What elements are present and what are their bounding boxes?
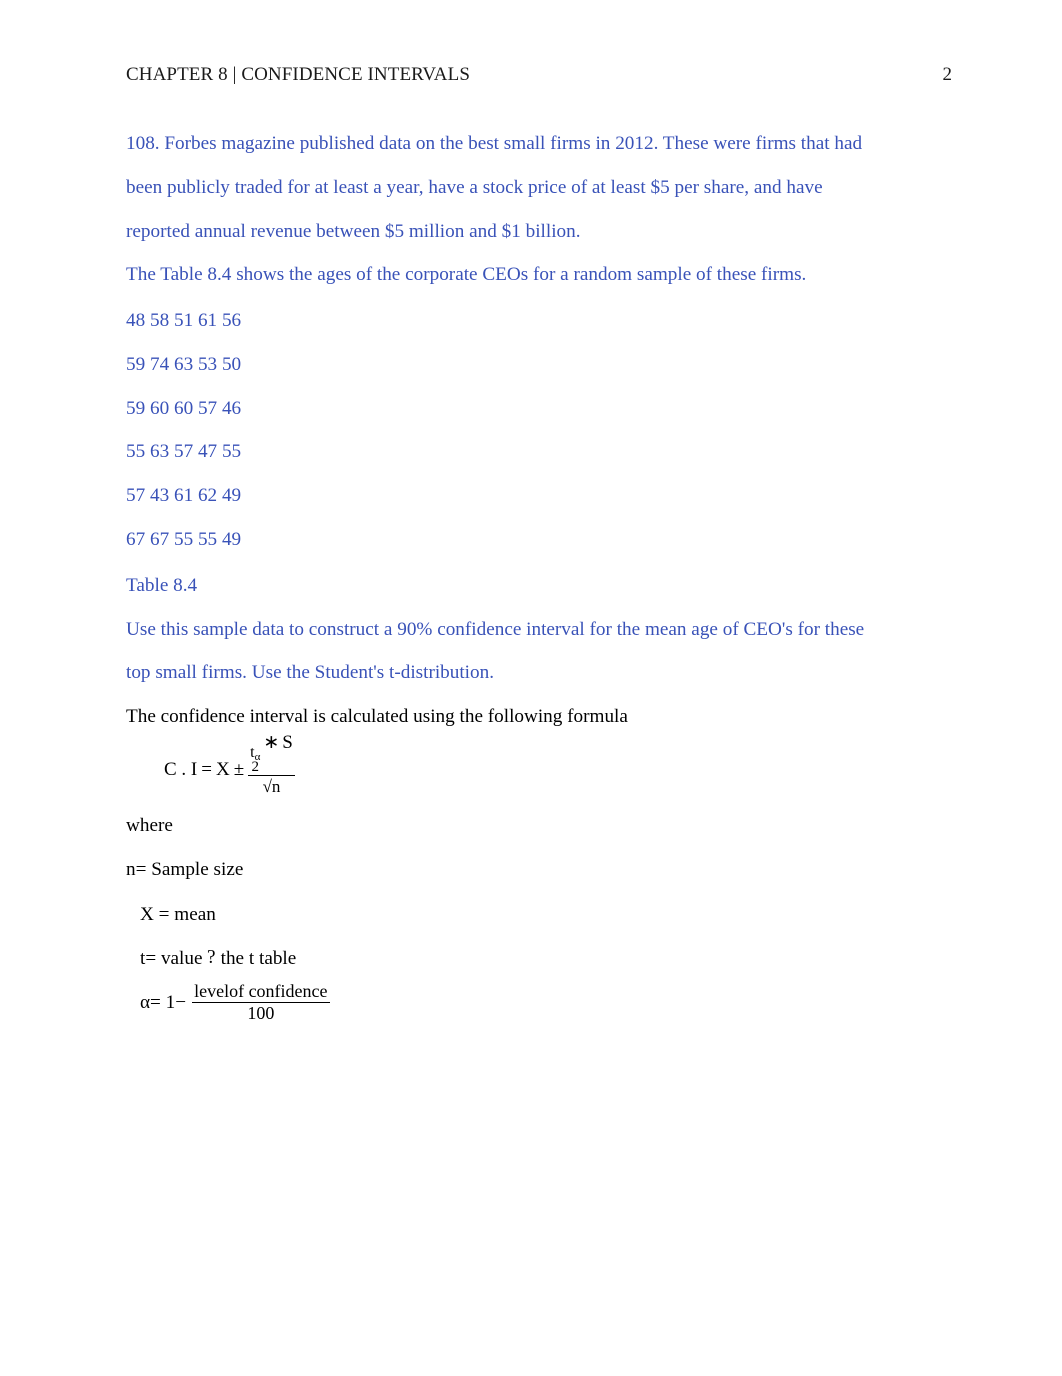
bottom-haze [0, 1256, 1062, 1376]
def-t-suffix: the t table [216, 948, 296, 969]
formula-lhs: C . I [164, 760, 197, 781]
alpha-numerator: levelof confidence [192, 982, 329, 1003]
table-row: 48 58 51 61 56 [126, 299, 952, 343]
formula-xbar: X [216, 760, 230, 781]
def-n: n= Sample size [126, 848, 952, 892]
formula-multiply: ∗ [263, 733, 279, 753]
page-header-left: CHAPTER 8 | CONFIDENCE INTERVALS [126, 64, 470, 86]
data-table: 48 58 51 61 56 59 74 63 53 50 59 60 60 5… [126, 299, 952, 562]
table-label: Table 8.4 [126, 564, 952, 608]
inverted-question-icon: ¿ [207, 937, 216, 981]
table-row: 67 67 55 55 49 [126, 518, 952, 562]
intro-line-1: 108. Forbes magazine published data on t… [126, 122, 952, 166]
intro-line-3: reported annual revenue between $5 milli… [126, 210, 952, 254]
def-alpha: α= 1− levelof confidence 100 [126, 981, 330, 1025]
formula-alpha: α [255, 751, 261, 763]
intro-line-4: The Table 8.4 shows the ages of the corp… [126, 253, 952, 297]
def-t-prefix: t= value [140, 948, 207, 969]
formula-intro: The confidence interval is calculated us… [126, 695, 952, 739]
formula-s: S [282, 733, 293, 753]
instruction-line-2: top small firms. Use the Student's t-dis… [126, 651, 952, 695]
table-row: 59 60 60 57 46 [126, 387, 952, 431]
formula-sqrt: √ [263, 777, 272, 796]
formula-pm: ± [234, 760, 244, 781]
def-t: t= value ¿ the t table [126, 937, 952, 981]
table-row: 59 74 63 53 50 [126, 343, 952, 387]
where-label: where [126, 804, 952, 848]
alpha-denominator: 100 [247, 1003, 274, 1023]
instruction-line-1: Use this sample data to construct a 90% … [126, 608, 952, 652]
table-row: 57 43 61 62 49 [126, 474, 952, 518]
def-x: X = mean [126, 893, 952, 937]
formula-equals: = [201, 760, 212, 781]
formula-fraction: tα 2 ∗ S √n [248, 745, 295, 796]
intro-line-2: been publicly traded for at least a year… [126, 166, 952, 210]
alpha-label: α= 1− [140, 981, 186, 1025]
page-number: 2 [943, 64, 953, 86]
confidence-interval-formula: C . I = X ± tα 2 ∗ S [126, 745, 952, 796]
table-row: 55 63 57 47 55 [126, 430, 952, 474]
formula-n: n [272, 777, 281, 796]
